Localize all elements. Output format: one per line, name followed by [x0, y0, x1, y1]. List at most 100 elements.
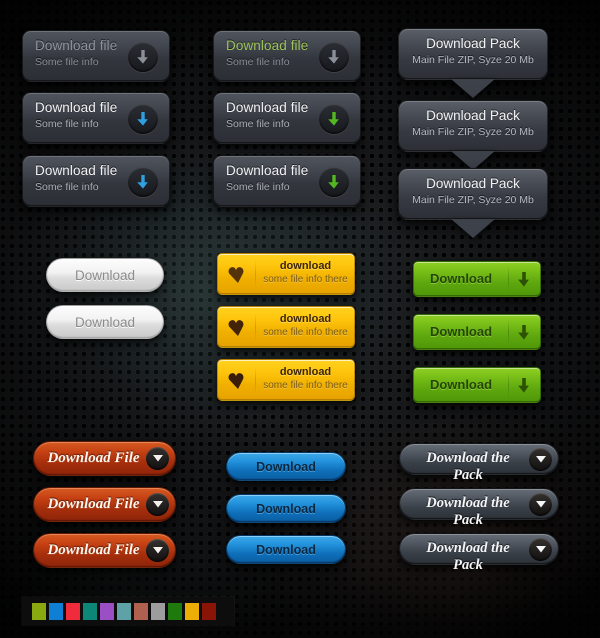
button-label: Download File	[47, 496, 140, 512]
chevron-down-glyph	[535, 546, 546, 553]
download-arrow-glyph	[137, 112, 148, 126]
swatch-olive-green[interactable]	[32, 602, 46, 620]
button-subtitle: some file info there	[263, 327, 348, 338]
yellow-download-button-hover[interactable]: download some file info there	[217, 306, 355, 348]
ui-kit-canvas: Download file Some file info Download fi…	[0, 0, 600, 638]
download-arrow-icon	[319, 167, 349, 197]
blue-download-pill-active[interactable]: Download	[226, 535, 346, 564]
button-subtitle: Some file info	[226, 56, 290, 68]
green-download-button-active[interactable]: Download	[413, 367, 541, 403]
chevron-down-glyph	[535, 501, 546, 508]
orange-download-file-pill-hover[interactable]: Download File	[33, 487, 176, 522]
yellow-download-button-normal[interactable]: download some file info there	[217, 253, 355, 295]
swatch-brick-rose[interactable]	[134, 602, 148, 620]
orange-download-file-pill-normal[interactable]: Download File	[33, 441, 176, 476]
pack-subtitle: Main File ZIP, Syze 20 Mb	[412, 194, 534, 206]
swatch-golden-yellow[interactable]	[185, 602, 199, 620]
heart-chevron-icon	[228, 267, 244, 283]
swatch-dark-red[interactable]	[202, 602, 216, 620]
pack-title: Download Pack	[426, 176, 520, 191]
download-arrow-icon	[319, 42, 349, 72]
slate-download-pack-pill-normal[interactable]: Download the Pack	[399, 443, 559, 483]
dark-download-button-hover[interactable]: Download file Some file info	[22, 92, 170, 144]
white-download-pill-normal[interactable]: Download	[46, 258, 164, 292]
download-arrow-glyph	[137, 175, 148, 189]
green-divider	[508, 372, 509, 398]
yellow-divider	[255, 260, 256, 288]
green-download-button-hover[interactable]: Download	[413, 314, 541, 350]
button-label: download	[279, 366, 332, 378]
button-label: Download	[74, 314, 136, 330]
chevron-down-icon	[529, 538, 552, 561]
button-title: Download file	[226, 100, 309, 115]
dark-green-download-button-active[interactable]: Download file Some file info	[213, 155, 361, 207]
blue-download-pill-normal[interactable]: Download	[226, 452, 346, 481]
button-subtitle: Some file info	[35, 56, 99, 68]
swatch-crimson-red[interactable]	[66, 602, 80, 620]
button-label: Download the Pack	[426, 495, 510, 528]
green-divider	[508, 266, 509, 292]
download-pack-button-3[interactable]: Download Pack Main File ZIP, Syze 20 Mb	[398, 168, 548, 220]
button-label: Download	[429, 271, 493, 286]
button-title: Download file	[226, 163, 309, 178]
blue-download-pill-hover[interactable]: Download	[226, 494, 346, 523]
swatch-teal[interactable]	[83, 602, 97, 620]
dark-green-download-button-disabled[interactable]: Download file Some file info	[213, 30, 361, 82]
green-download-button-normal[interactable]: Download	[413, 261, 541, 297]
download-pack-button-1[interactable]: Download Pack Main File ZIP, Syze 20 Mb	[398, 28, 548, 80]
download-pack-button-2[interactable]: Download Pack Main File ZIP, Syze 20 Mb	[398, 100, 548, 152]
swatch-purple[interactable]	[100, 602, 114, 620]
download-arrow-glyph	[137, 50, 148, 64]
button-label: download	[279, 313, 332, 325]
heart-chevron-icon	[228, 320, 244, 336]
dark-download-button-disabled[interactable]: Download file Some file info	[22, 30, 170, 82]
download-arrow-glyph	[328, 112, 339, 126]
pack-subtitle: Main File ZIP, Syze 20 Mb	[412, 126, 534, 138]
button-label: download	[279, 260, 332, 272]
heart-chevron-icon	[228, 373, 244, 389]
dark-green-download-button-hover[interactable]: Download file Some file info	[213, 92, 361, 144]
chevron-down-icon	[529, 448, 552, 471]
button-label: Download	[74, 267, 136, 283]
chevron-down-icon	[146, 493, 169, 516]
swatch-steel-teal[interactable]	[117, 602, 131, 620]
pack-arrow-tail-3	[451, 219, 495, 238]
button-subtitle: Some file info	[226, 181, 290, 193]
button-label: Download	[256, 542, 316, 557]
chevron-down-icon	[529, 493, 552, 516]
chevron-down-glyph	[535, 456, 546, 463]
yellow-divider	[255, 313, 256, 341]
chevron-down-icon	[146, 447, 169, 470]
button-label: Download	[256, 459, 316, 474]
chevron-down-glyph	[152, 547, 163, 554]
button-label: Download	[256, 501, 316, 516]
download-arrow-icon	[518, 272, 529, 287]
yellow-download-button-active[interactable]: download some file info there	[217, 359, 355, 401]
download-arrow-icon	[518, 325, 529, 340]
download-arrow-icon	[128, 167, 158, 197]
button-label: Download File	[47, 542, 140, 558]
button-title: Download file	[226, 38, 309, 53]
dark-download-button-active[interactable]: Download file Some file info	[22, 155, 170, 207]
slate-download-pack-pill-hover[interactable]: Download the Pack	[399, 488, 559, 528]
pack-subtitle: Main File ZIP, Syze 20 Mb	[412, 54, 534, 66]
download-arrow-icon	[319, 104, 349, 134]
color-swatch-strip[interactable]	[22, 597, 234, 625]
button-subtitle: Some file info	[226, 118, 290, 130]
button-subtitle: Some file info	[35, 118, 99, 130]
chevron-down-glyph	[152, 455, 163, 462]
swatch-forest-green[interactable]	[168, 602, 182, 620]
slate-download-pack-pill-active[interactable]: Download the Pack	[399, 533, 559, 573]
chevron-down-glyph	[152, 501, 163, 508]
button-subtitle: some file info there	[263, 274, 348, 285]
button-label: Download the Pack	[426, 540, 510, 573]
button-subtitle: Some file info	[35, 181, 99, 193]
button-title: Download file	[35, 163, 118, 178]
orange-download-file-pill-active[interactable]: Download File	[33, 533, 176, 568]
swatch-gray[interactable]	[151, 602, 165, 620]
white-download-pill-pressed[interactable]: Download	[46, 305, 164, 339]
green-divider	[508, 319, 509, 345]
swatch-azure-blue[interactable]	[49, 602, 63, 620]
download-arrow-glyph	[328, 50, 339, 64]
chevron-down-icon	[146, 539, 169, 562]
